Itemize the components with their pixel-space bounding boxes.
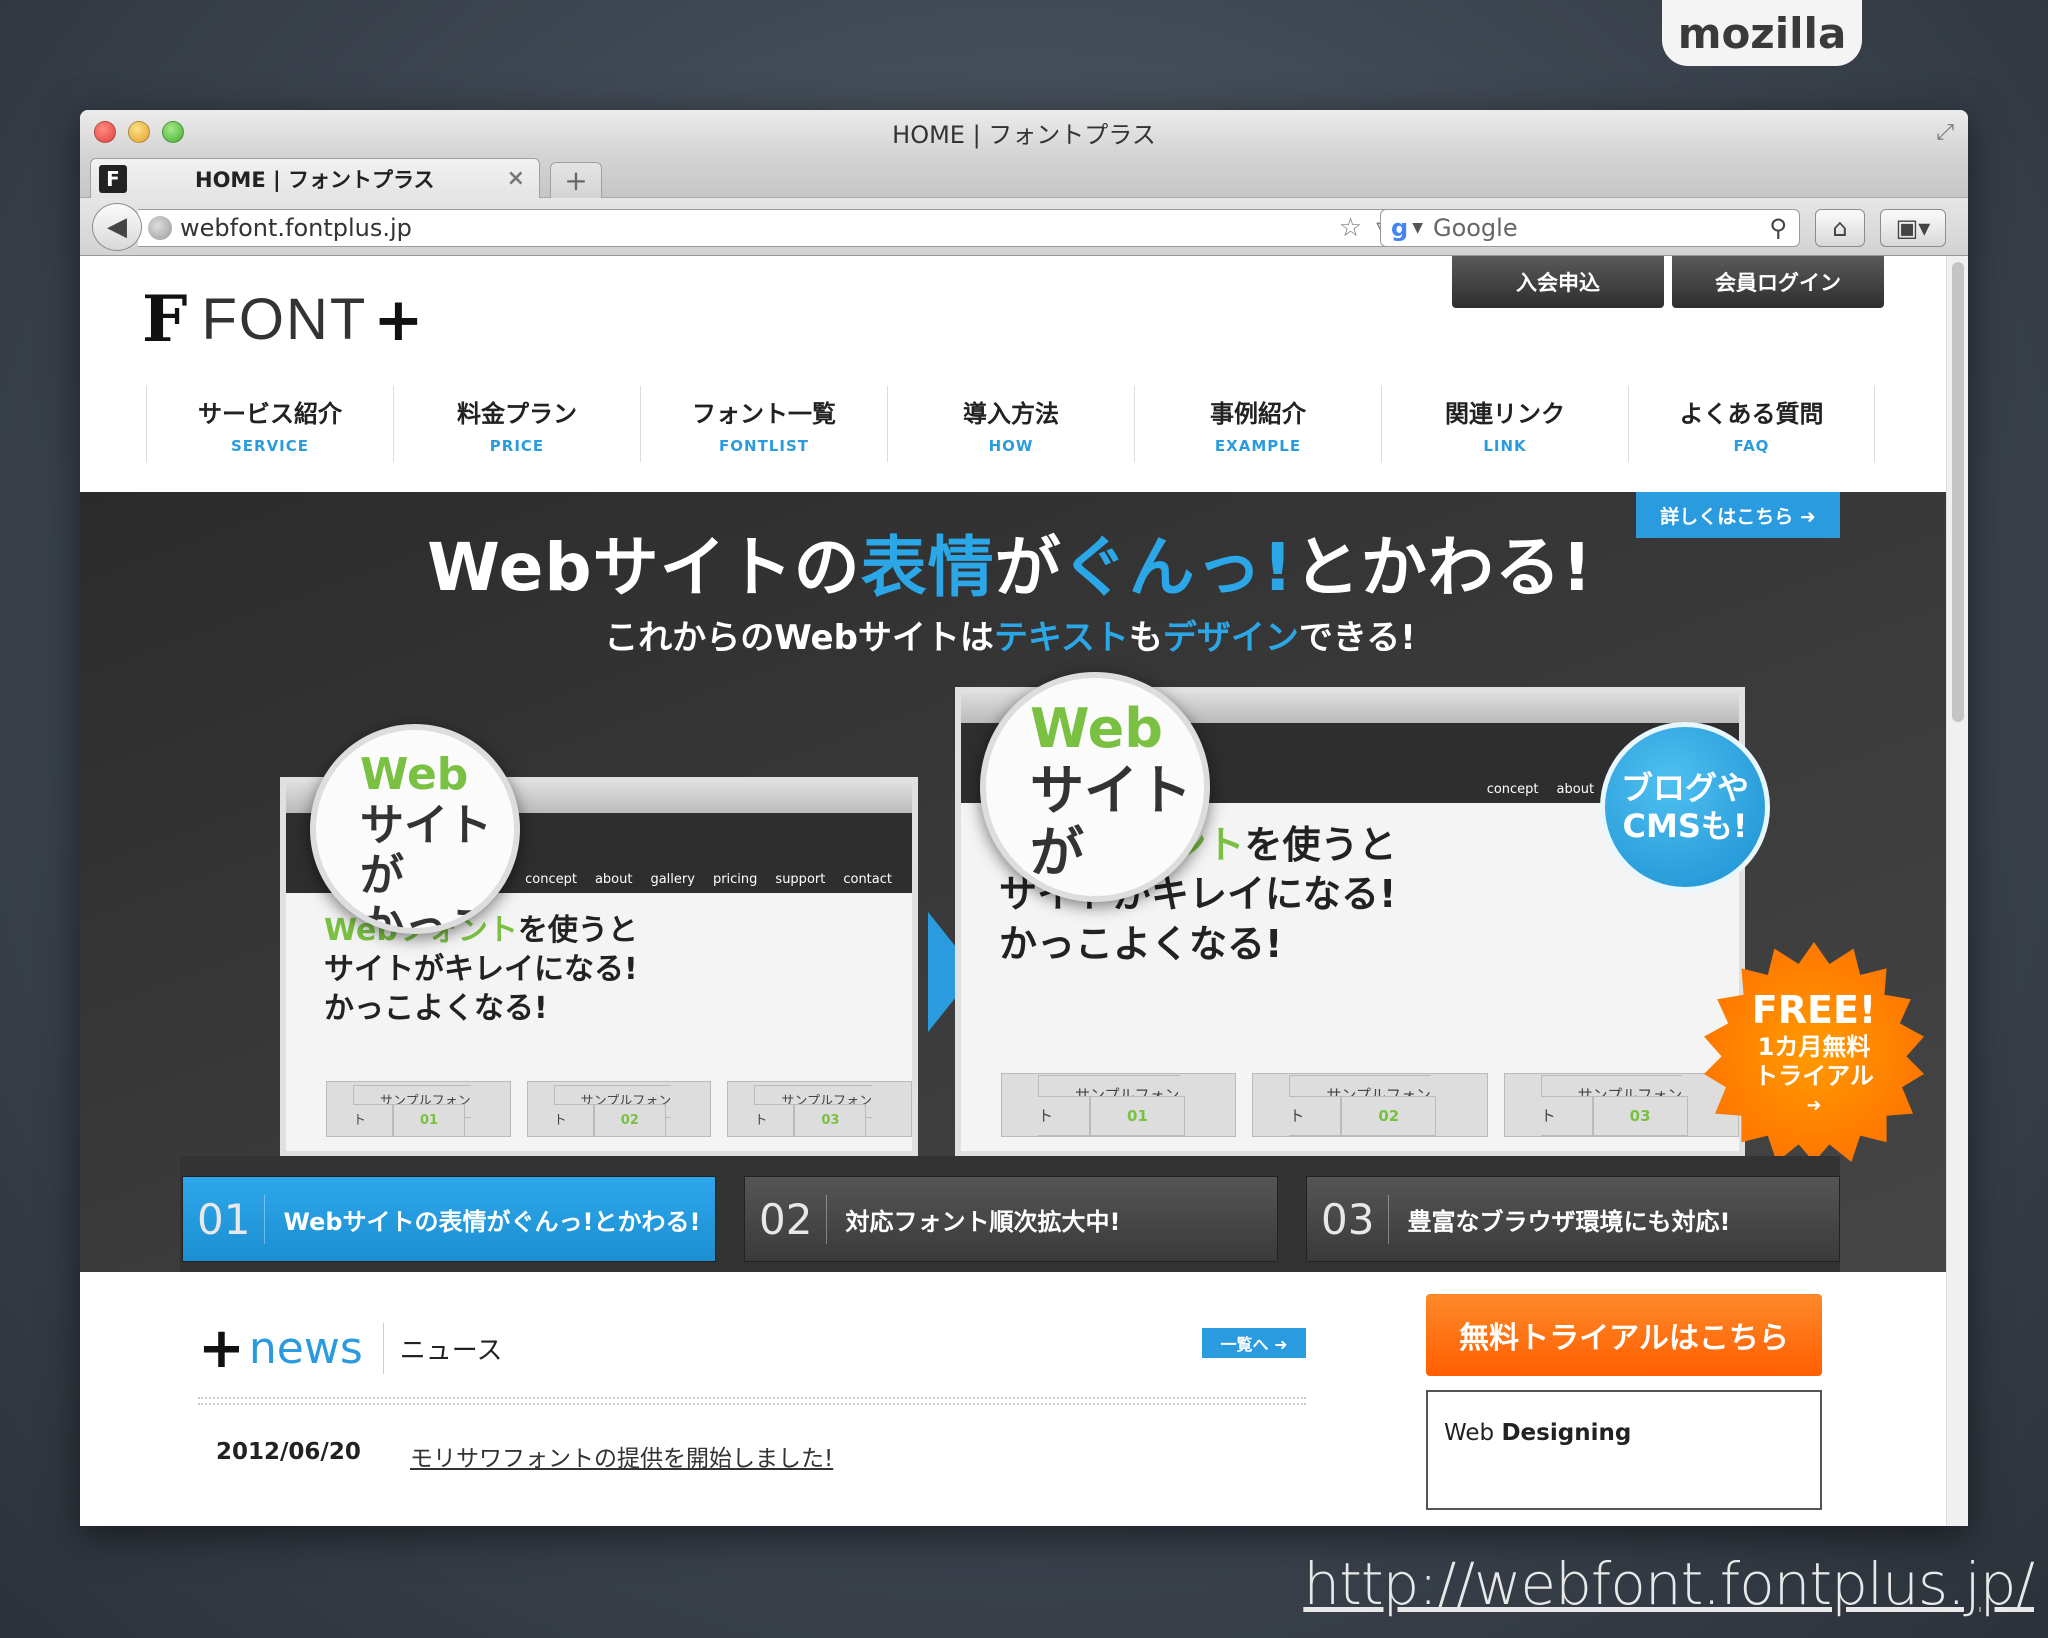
fullscreen-icon[interactable]: ⤢ <box>1936 120 1954 145</box>
footer-url: http://webfont.fontplus.jp/ <box>1303 1550 2035 1618</box>
hero-subheadline: これからのWebサイトはテキストもデザインできる! <box>604 618 1416 658</box>
arrow-circle-icon: ➜ <box>1806 1094 1822 1116</box>
logo-text: FONT <box>201 287 368 352</box>
news-list-button[interactable]: 一覧へ ➜ <box>1202 1328 1306 1358</box>
nav-item-example[interactable]: 事例紹介 EXAMPLE <box>1134 386 1381 462</box>
news-date: 2012/06/20 <box>216 1439 361 1465</box>
minimize-window-button[interactable] <box>128 121 150 143</box>
home-icon: ⌂ <box>1832 214 1848 242</box>
bookmarks-icon: ▣▾ <box>1895 214 1931 242</box>
globe-icon <box>148 216 172 240</box>
tab-home[interactable]: F HOME | フォントプラス × <box>90 158 540 198</box>
bookmarks-button[interactable]: ▣▾ <box>1880 209 1946 247</box>
join-button[interactable]: 入会申込 <box>1452 256 1664 308</box>
plus-icon: + <box>198 1316 245 1381</box>
back-arrow-icon: ◀ <box>107 212 127 242</box>
url-bar[interactable]: webfont.fontplus.jp ☆ ▿ ↻ <box>138 209 1438 247</box>
home-button[interactable]: ⌂ <box>1815 209 1865 247</box>
divider <box>198 1397 1306 1405</box>
page-viewport: F FONT + 入会申込 会員ログイン サービス紹介 SERVICE 料金プラ… <box>80 256 1968 1526</box>
nav-item-how[interactable]: 導入方法 HOW <box>887 386 1134 462</box>
bookmark-star-icon[interactable]: ☆ <box>1339 213 1362 243</box>
free-trial-button[interactable]: 無料トライアルはこちら <box>1426 1294 1822 1376</box>
tab-bar: F HOME | フォントプラス × + <box>80 154 1968 198</box>
global-nav: サービス紹介 SERVICE 料金プラン PRICE フォント一覧 FONTLI… <box>146 386 1875 462</box>
hero-tabs: 01 Webサイトの表情がぐんっ!とかわる! 02 対応フォント順次拡大中! 0… <box>180 1156 1840 1272</box>
hero-tab-03[interactable]: 03 豊富なブラウザ環境にも対応! <box>1306 1176 1840 1262</box>
site-logo[interactable]: F FONT + <box>142 282 424 357</box>
favicon-icon: F <box>99 164 127 193</box>
news-link[interactable]: モリサワフォントの提供を開始しました! <box>410 1439 833 1473</box>
search-placeholder: Google <box>1432 214 1518 242</box>
news-section: + news ニュース 一覧へ ➜ 2012/06/20 モリサワフォントの提供… <box>198 1316 1306 1473</box>
mock-menu: concept about gallery pricing support co… <box>525 872 892 887</box>
site-header: F FONT + 入会申込 会員ログイン サービス紹介 SERVICE 料金プラ… <box>80 256 1968 476</box>
navigation-bar: webfont.fontplus.jp ☆ ▿ ↻ ◀ g ▼ Google ⚲… <box>80 198 1968 256</box>
url-text: webfont.fontplus.jp <box>180 214 412 242</box>
web-designing-banner[interactable]: Web Designing <box>1426 1390 1822 1510</box>
back-button[interactable]: ◀ <box>92 203 142 251</box>
member-login-button[interactable]: 会員ログイン <box>1672 256 1884 308</box>
magnifier-lens: Web サイトが かっこ <box>980 672 1210 902</box>
hero-tab-02[interactable]: 02 対応フォント順次拡大中! <box>744 1176 1278 1262</box>
news-heading: + news ニュース <box>198 1316 503 1381</box>
new-tab-button[interactable]: + <box>550 162 602 198</box>
magnifier-lens: Web サイトが かっこ <box>310 724 520 934</box>
nav-item-fontlist[interactable]: フォント一覧 FONTLIST <box>640 386 887 462</box>
list-item: 2012/06/20 モリサワフォントの提供を開始しました! <box>198 1439 1306 1473</box>
window-title: HOME | フォントプラス <box>892 120 1156 149</box>
hero-tab-01[interactable]: 01 Webサイトの表情がぐんっ!とかわる! <box>182 1176 716 1262</box>
zoom-window-button[interactable] <box>162 121 184 143</box>
nav-item-service[interactable]: サービス紹介 SERVICE <box>146 386 393 462</box>
scrollbar-thumb[interactable] <box>1952 262 1964 722</box>
mozilla-logo: mozilla <box>1662 0 1862 66</box>
nav-item-link[interactable]: 関連リンク LINK <box>1381 386 1628 462</box>
hero-banner: 詳しくはこちら ➜ Webサイトの表情がぐんっ!とかわる! これからのWebサイ… <box>80 492 1946 1272</box>
window-controls <box>94 121 184 143</box>
tab-close-icon[interactable]: × <box>507 166 525 191</box>
title-bar: HOME | フォントプラス ⤢ <box>80 110 1968 154</box>
plus-icon: + <box>373 284 424 355</box>
nav-item-price[interactable]: 料金プラン PRICE <box>393 386 640 462</box>
browser-window: HOME | フォントプラス ⤢ F HOME | フォントプラス × + we… <box>80 110 1968 1526</box>
google-icon: g <box>1391 214 1409 242</box>
tab-title: HOME | フォントプラス <box>195 167 435 192</box>
logo-mark: F <box>142 282 188 357</box>
vertical-scrollbar[interactable] <box>1946 256 1968 1526</box>
search-input[interactable]: g ▼ Google ⚲ <box>1380 209 1800 247</box>
nav-item-faq[interactable]: よくある質問 FAQ <box>1628 386 1875 462</box>
hero-headline: Webサイトの表情がぐんっ!とかわる! <box>427 529 1593 606</box>
blog-cms-badge: ブログや CMSも! <box>1600 722 1770 892</box>
close-window-button[interactable] <box>94 121 116 143</box>
search-icon[interactable]: ⚲ <box>1769 214 1787 242</box>
chevron-down-icon[interactable]: ▼ <box>1412 220 1423 236</box>
